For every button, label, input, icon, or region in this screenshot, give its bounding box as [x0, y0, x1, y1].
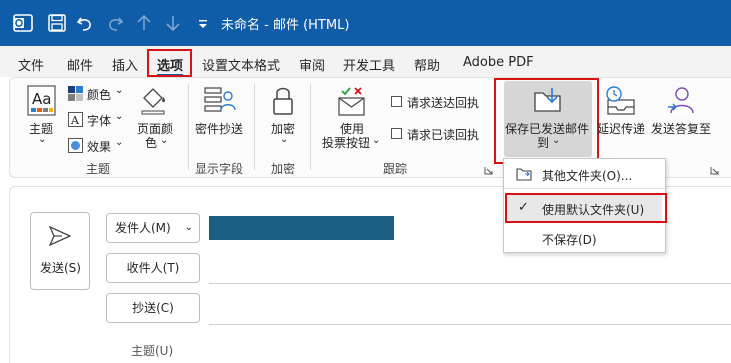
subject-label: 主题(U): [131, 344, 174, 358]
from-address-field[interactable]: [209, 216, 394, 240]
menu-item-do-not-save[interactable]: 不保存(D): [542, 231, 597, 248]
fonts-icon: A: [68, 112, 83, 127]
highlight-box-options-tab: [147, 49, 192, 77]
tab-developer[interactable]: 开发工具: [343, 55, 395, 74]
to-label: 收件人(T): [126, 261, 180, 275]
highlight-box-save-sent: [494, 78, 599, 164]
chevron-down-icon: ⌄: [38, 134, 47, 145]
group-label-tracking: 跟踪: [383, 162, 408, 176]
from-button[interactable]: 发件人(M) ⌄: [106, 213, 200, 243]
down-arrow-icon[interactable]: [162, 12, 184, 34]
chevron-down-icon: ⌄: [160, 135, 169, 146]
tab-insert[interactable]: 插入: [112, 55, 138, 74]
folder-icon: [516, 166, 532, 181]
group-label-show-fields: 显示字段: [195, 162, 244, 176]
dialog-launcher-icon[interactable]: [710, 166, 719, 175]
colors-button[interactable]: 颜色: [87, 86, 111, 103]
colors-icon: [68, 86, 83, 101]
up-arrow-icon[interactable]: [133, 12, 155, 34]
tab-adobe-pdf[interactable]: Adobe PDF: [463, 55, 534, 70]
send-label: 发送(S): [40, 261, 81, 275]
delivery-receipt-label[interactable]: 请求送达回执: [407, 94, 479, 111]
chevron-down-icon: ⌄: [115, 111, 124, 122]
from-label: 发件人(M): [115, 221, 171, 235]
tab-format-text[interactable]: 设置文本格式: [202, 55, 280, 74]
voting-label-2[interactable]: 投票按钮: [322, 134, 370, 151]
cc-label: 抄送(C): [132, 301, 174, 315]
tab-mail[interactable]: 邮件: [67, 55, 93, 74]
delay-delivery-label[interactable]: 延迟传递: [597, 120, 645, 137]
page-color-icon[interactable]: [140, 86, 168, 116]
bcc-button-label[interactable]: 密件抄送: [195, 120, 243, 137]
reply-to-label[interactable]: 发送答复至: [651, 120, 711, 137]
delay-delivery-icon[interactable]: [603, 85, 637, 117]
tab-help[interactable]: 帮助: [414, 55, 440, 74]
delivery-receipt-checkbox[interactable]: [391, 96, 402, 107]
group-separator: [188, 84, 189, 170]
reply-to-icon[interactable]: [666, 85, 698, 117]
chevron-down-icon: ⌄: [115, 137, 124, 148]
read-receipt-label[interactable]: 请求已读回执: [407, 126, 479, 143]
group-label-encrypt: 加密: [271, 162, 296, 176]
lock-icon[interactable]: [272, 85, 294, 117]
svg-text:A: A: [70, 114, 80, 127]
effects-icon: [68, 138, 83, 153]
group-label-theme: 主题: [86, 162, 111, 176]
cc-input-underline[interactable]: [209, 324, 731, 325]
send-icon: [49, 226, 71, 246]
chevron-down-icon: ⌄: [184, 222, 193, 233]
highlight-box-default-folder: [505, 193, 667, 223]
customize-toolbar-icon[interactable]: [192, 12, 214, 34]
menu-item-other-folder[interactable]: 其他文件夹(O)...: [542, 167, 632, 184]
read-receipt-checkbox[interactable]: [391, 128, 402, 139]
group-separator: [310, 84, 311, 170]
fonts-button[interactable]: 字体: [87, 112, 111, 129]
dialog-launcher-icon[interactable]: [484, 166, 493, 175]
group-separator: [254, 84, 255, 170]
menu-divider: [504, 188, 665, 189]
voting-buttons-icon[interactable]: [337, 86, 367, 118]
redo-icon[interactable]: [104, 12, 126, 34]
tab-review[interactable]: 审阅: [299, 55, 325, 74]
to-button[interactable]: 收件人(T): [106, 253, 200, 283]
theme-icon[interactable]: Aa: [27, 85, 57, 117]
to-input-underline[interactable]: [209, 283, 731, 284]
window-title: 未命名 - 邮件 (HTML): [221, 18, 350, 33]
page-color-label-2[interactable]: 色: [145, 134, 157, 151]
cc-button[interactable]: 抄送(C): [106, 293, 200, 323]
effects-button[interactable]: 效果: [87, 138, 111, 155]
chevron-down-icon: ⌄: [115, 85, 124, 96]
bcc-icon[interactable]: [204, 85, 236, 117]
chevron-down-icon: ⌄: [280, 134, 289, 145]
tab-file[interactable]: 文件: [18, 55, 44, 74]
chevron-down-icon: ⌄: [372, 135, 381, 146]
svg-text:Aa: Aa: [32, 90, 51, 108]
undo-icon[interactable]: [74, 12, 96, 34]
outlook-logo-icon: [12, 12, 34, 34]
send-button[interactable]: 发送(S): [30, 212, 90, 290]
save-icon[interactable]: [46, 12, 68, 34]
title-bar: 未命名 - 邮件 (HTML): [0, 0, 731, 46]
menu-bar: 文件 邮件 插入 选项 设置文本格式 审阅 开发工具 帮助 Adobe PDF: [0, 46, 731, 77]
